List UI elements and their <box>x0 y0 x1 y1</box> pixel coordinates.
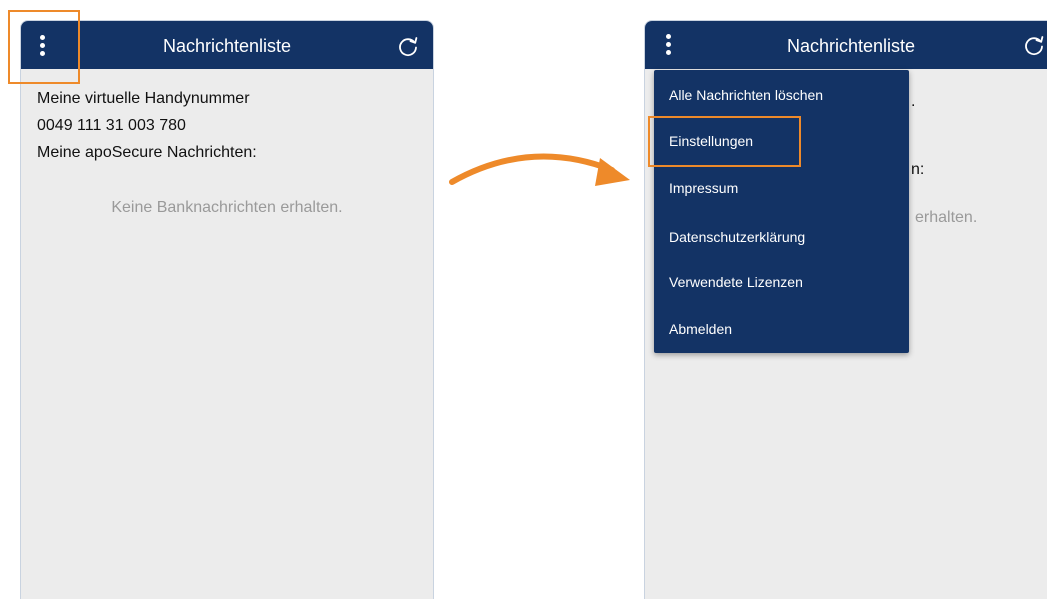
menu-item-delete-all[interactable]: Alle Nachrichten löschen <box>669 86 823 104</box>
phone-number: 0049 111 31 003 780 <box>37 117 186 134</box>
page-title: Nachrichtenliste <box>162 36 292 56</box>
refresh-icon[interactable] <box>397 35 419 57</box>
step-arrow-icon <box>449 153 630 186</box>
messages-heading: Meine apoSecure Nachrichten: <box>37 144 257 161</box>
menu-item-privacy[interactable]: Datenschutzerklärung <box>669 228 805 246</box>
tutorial-stage: Nachrichtenliste Meine virtuelle Handynu… <box>0 0 1047 599</box>
kebab-highlight-box <box>8 10 80 84</box>
left-screen: Nachrichtenliste Meine virtuelle Handynu… <box>20 20 434 599</box>
menu-item-licenses[interactable]: Verwendete Lizenzen <box>669 273 803 291</box>
phone-label: Meine virtuelle Handynummer <box>37 90 250 107</box>
header-bar: Nachrichtenliste <box>645 21 1047 69</box>
page-title: Nachrichtenliste <box>786 36 916 56</box>
hidden-text-fragment: . <box>911 93 916 110</box>
menu-item-logout[interactable]: Abmelden <box>669 320 732 338</box>
header-bar: Nachrichtenliste <box>21 21 433 69</box>
main-content: Meine virtuelle Handynummer 0049 111 31 … <box>37 89 423 170</box>
empty-state-message: Keine Banknachrichten erhalten. <box>111 199 343 216</box>
hidden-empty-message-fragment: erhalten. <box>915 209 978 226</box>
hidden-text-fragment: n: <box>911 161 925 178</box>
refresh-icon[interactable] <box>1023 34 1045 56</box>
settings-highlight-box <box>648 116 801 167</box>
menu-item-imprint[interactable]: Impressum <box>669 179 738 197</box>
overflow-menu: Alle Nachrichten löschen Einstellungen I… <box>654 70 909 353</box>
